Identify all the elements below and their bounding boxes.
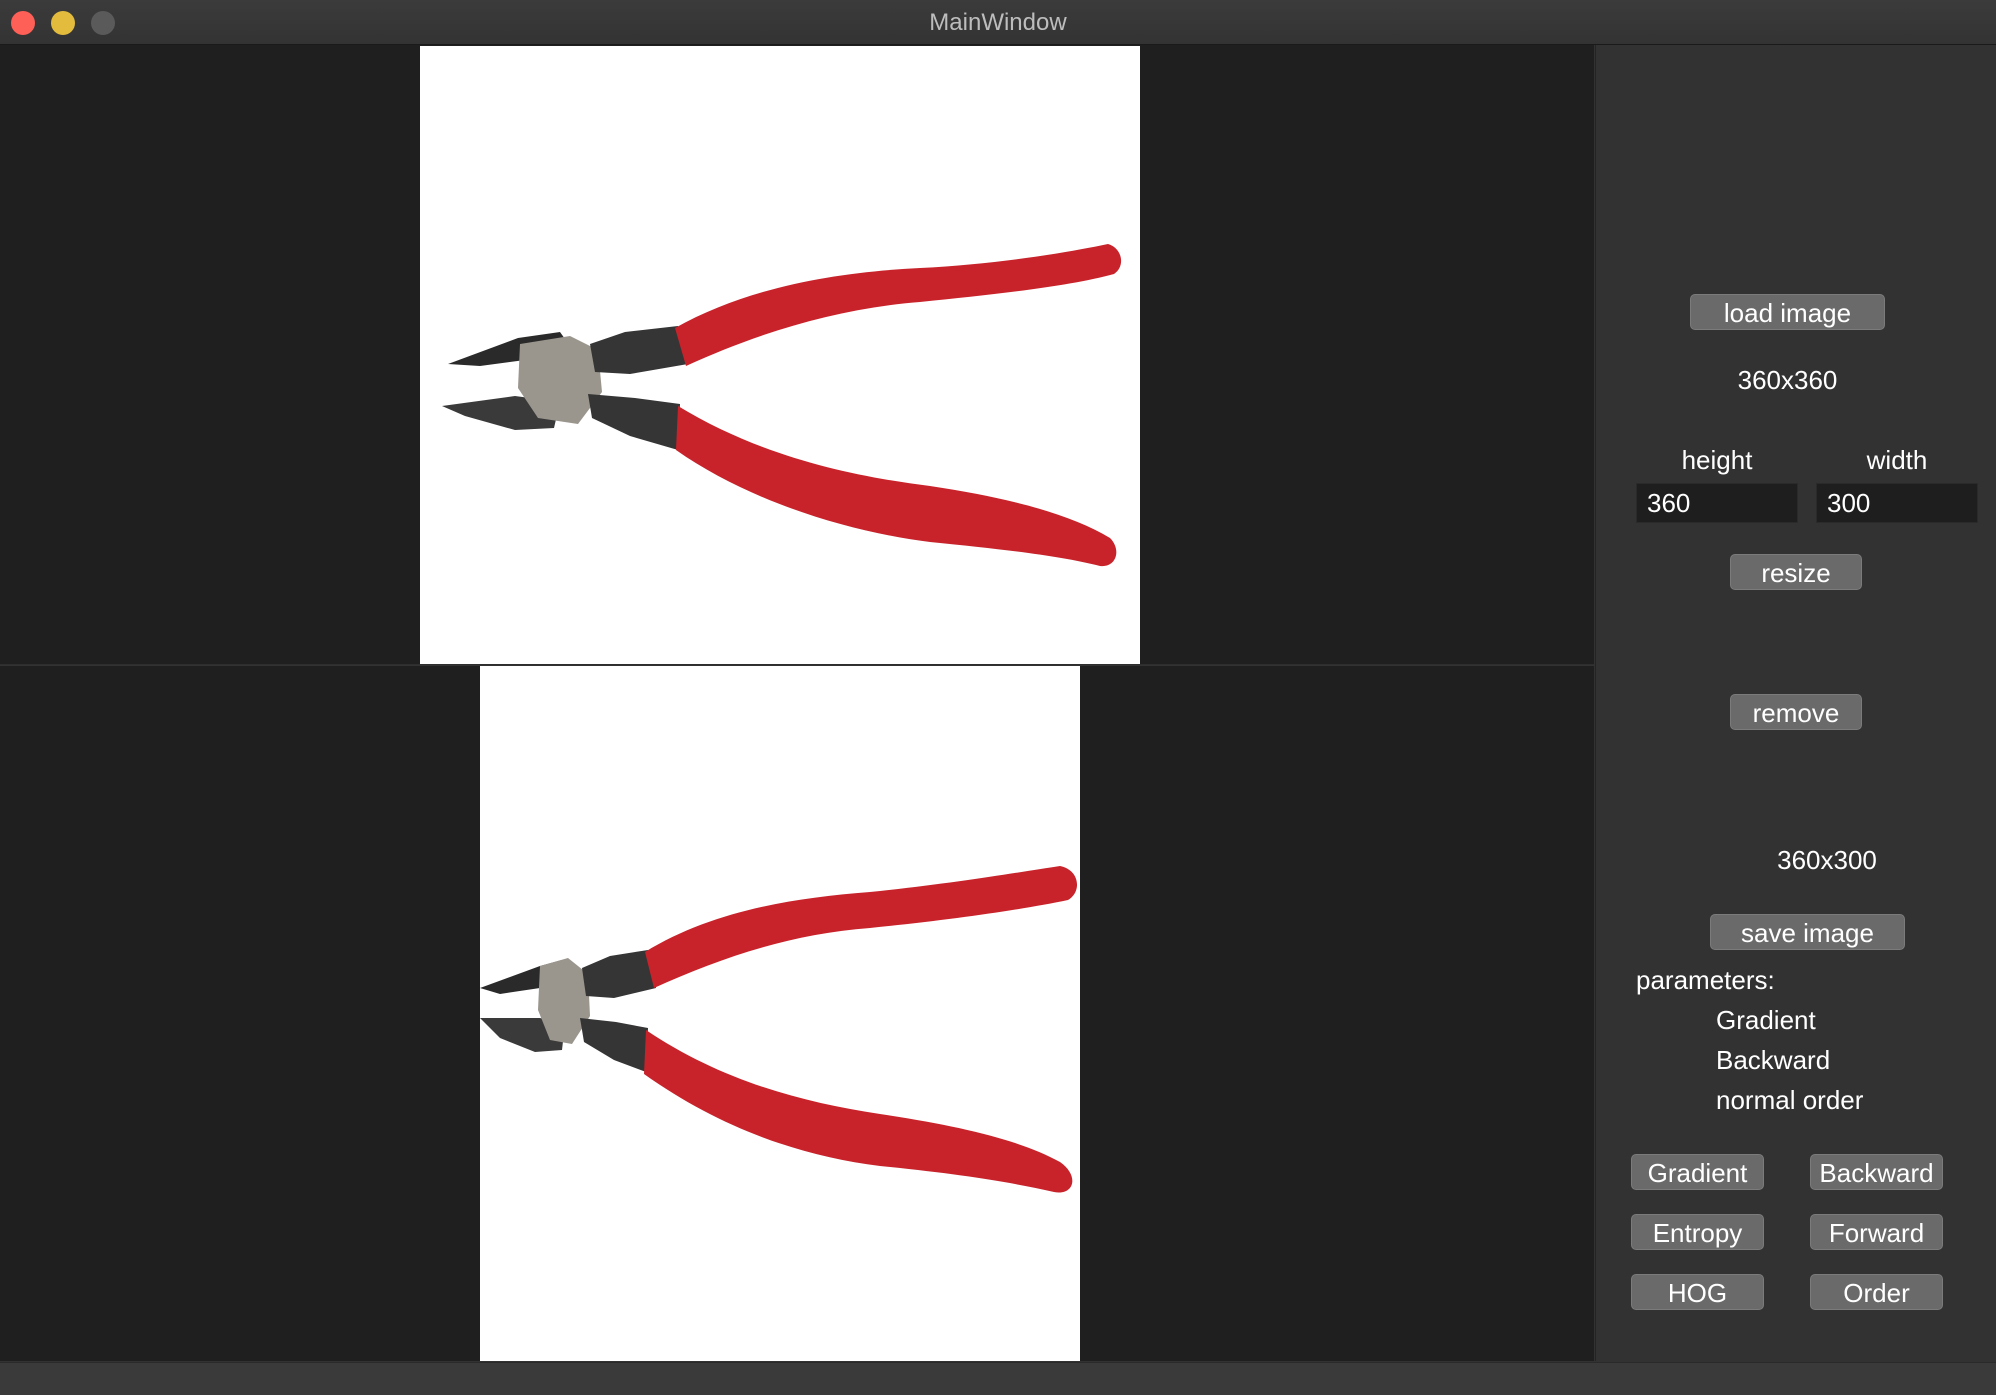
control-panel: load image 360x360 height width resize r… [1595,45,1996,1361]
result-size-label: 360x300 [1777,845,1877,875]
forward-button[interactable]: Forward [1810,1214,1943,1250]
param-order: normal order [1716,1085,1864,1115]
height-input[interactable] [1636,483,1798,523]
title-bar: MainWindow [0,0,1996,45]
pliers-icon [480,866,1078,1193]
param-direction: Backward [1716,1045,1831,1075]
resize-button[interactable]: resize [1730,554,1862,590]
pliers-icon [442,244,1122,567]
original-image-view [0,45,1594,665]
order-button[interactable]: Order [1810,1274,1943,1310]
window-title: MainWindow [929,9,1067,36]
load-image-button[interactable]: load image [1690,294,1885,330]
remove-button[interactable]: remove [1730,694,1862,730]
param-energy: Gradient [1716,1005,1816,1035]
backward-button[interactable]: Backward [1810,1154,1943,1190]
result-image-view [0,666,1594,1361]
gradient-button[interactable]: Gradient [1631,1154,1764,1190]
status-bar [0,1362,1996,1395]
height-label: height [1681,445,1753,475]
original-image [420,46,1140,664]
result-image [480,666,1080,1361]
parameters-label: parameters: [1636,965,1775,995]
hog-button[interactable]: HOG [1631,1274,1764,1310]
save-image-button[interactable]: save image [1710,914,1905,950]
original-size-label: 360x360 [1737,365,1838,395]
entropy-button[interactable]: Entropy [1631,1214,1764,1250]
width-input[interactable] [1816,483,1978,523]
width-label: width [1866,445,1928,475]
